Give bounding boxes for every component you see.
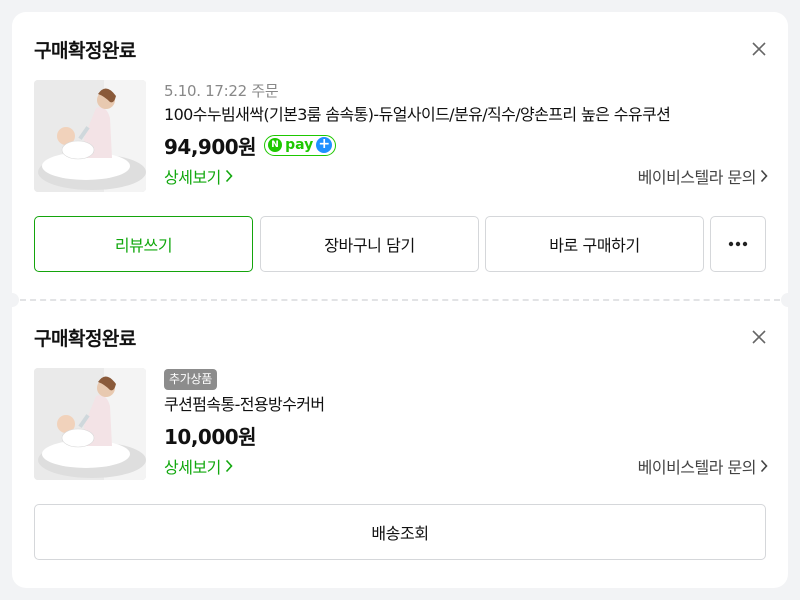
buy-now-button[interactable]: 바로 구매하기 <box>485 216 704 272</box>
product-name[interactable]: 쿠션펌속통-전용방수커버 <box>164 392 768 418</box>
npay-label: pay <box>285 137 314 153</box>
order-status: 구매확정완료 <box>34 40 136 62</box>
chevron-right-icon <box>225 459 233 473</box>
chevron-right-icon <box>760 169 768 183</box>
seller-inquiry-link[interactable]: 베이비스텔라 문의 <box>638 164 768 188</box>
detail-link[interactable]: 상세보기 <box>164 164 233 188</box>
add-on-badge: 추가상품 <box>164 369 217 390</box>
seller-inquiry-link[interactable]: 베이비스텔라 문의 <box>638 454 768 478</box>
track-delivery-button[interactable]: 배송조회 <box>34 504 766 560</box>
add-to-cart-button[interactable]: 장바구니 담기 <box>260 216 479 272</box>
order-status: 구매확정완료 <box>34 328 136 350</box>
order-card: 구매확정완료 5.10. 17:22 주문 100수누빔새싹(기본3룸 솜속통)… <box>5 12 795 588</box>
chevron-right-icon <box>225 169 233 183</box>
inquiry-label: 베이비스텔라 문의 <box>637 168 757 187</box>
product-image[interactable] <box>34 80 146 192</box>
npay-logo: Npay + <box>264 134 337 156</box>
order-item-2: 구매확정완료 추가상품 쿠션펌속통-전용방수커버 10,000원 상세보기 베이… <box>12 300 788 588</box>
order-date: 5.10. 17:22 주문 <box>164 82 279 100</box>
inquiry-label: 베이비스텔라 문의 <box>637 458 757 477</box>
order-item-1: 구매확정완료 5.10. 17:22 주문 100수누빔새싹(기본3룸 솜속통)… <box>12 12 788 300</box>
detail-label: 상세보기 <box>164 168 221 187</box>
product-info: 5.10. 17:22 주문 100수누빔새싹(기본3룸 솜속통)-듀얼사이드/… <box>164 80 768 190</box>
chevron-right-icon <box>760 459 768 473</box>
close-icon[interactable] <box>750 40 768 58</box>
product-image[interactable] <box>34 368 146 480</box>
detail-label: 상세보기 <box>164 458 221 477</box>
product-name[interactable]: 100수누빔새싹(기본3룸 솜속통)-듀얼사이드/분유/직수/양손프리 높은 수… <box>164 102 768 128</box>
product-price: 94,900원 <box>164 134 257 159</box>
close-icon[interactable] <box>750 328 768 346</box>
write-review-button[interactable]: 리뷰쓰기 <box>34 216 253 272</box>
detail-link[interactable]: 상세보기 <box>164 454 233 478</box>
more-button[interactable] <box>710 216 766 272</box>
product-price: 10,000원 <box>164 424 257 449</box>
more-icon <box>728 241 748 247</box>
product-info: 추가상품 쿠션펌속통-전용방수커버 10,000원 상세보기 베이비스텔라 문의 <box>164 368 768 480</box>
